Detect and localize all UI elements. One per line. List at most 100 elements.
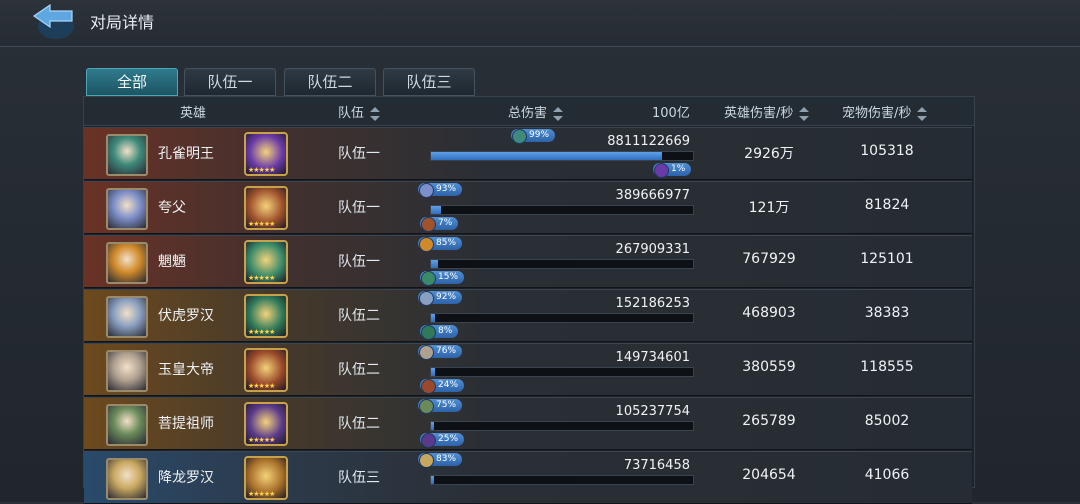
- pet-share-icon: [421, 217, 436, 232]
- hero-share-value: 83%: [436, 454, 457, 464]
- pet-share-value: 25%: [438, 434, 459, 444]
- hero-share-value: 85%: [436, 238, 457, 248]
- star-rating-icon: ★★★★★: [248, 328, 275, 336]
- pet-share-pill: 7%: [420, 217, 459, 232]
- hero-avatar: [106, 242, 148, 284]
- total-damage: 73716458: [623, 458, 690, 473]
- hero-share-value: 99%: [529, 130, 550, 140]
- hero-share-icon: [419, 399, 434, 414]
- hero-share-value: 76%: [436, 346, 457, 356]
- pet-icon: ★★★★★: [244, 348, 288, 392]
- team-label: 队伍一: [338, 254, 380, 270]
- hero-avatar: [106, 458, 148, 500]
- back-arrow-icon[interactable]: [30, 2, 78, 40]
- tab-team-one[interactable]: 队伍一: [184, 68, 276, 96]
- pet-share-icon: [421, 379, 436, 394]
- pet-share-icon: [421, 271, 436, 286]
- table-row[interactable]: 夸父 ★★★★★ 队伍一 389666977 93% 7% 121万 81824: [84, 181, 972, 234]
- hero-share-value: 92%: [436, 292, 457, 302]
- hero-share-icon: [419, 237, 434, 252]
- sort-icon[interactable]: [799, 106, 810, 121]
- pet-icon: ★★★★★: [244, 186, 288, 230]
- star-rating-icon: ★★★★★: [248, 274, 275, 282]
- table-row[interactable]: 魍魎 ★★★★★ 队伍一 267909331 85% 15% 767929 12…: [84, 235, 972, 288]
- pet-icon: ★★★★★: [244, 456, 288, 500]
- table-row[interactable]: 玉皇大帝 ★★★★★ 队伍二 149734601 76% 24% 380559 …: [84, 343, 972, 396]
- star-rating-icon: ★★★★★: [248, 220, 275, 228]
- sort-icon[interactable]: [917, 106, 928, 121]
- pet-share-value: 1%: [671, 164, 686, 174]
- hero-avatar: [106, 296, 148, 338]
- damage-bar: [430, 151, 694, 161]
- total-damage: 8811122669: [607, 134, 690, 149]
- tab-team-three[interactable]: 队伍三: [383, 68, 475, 96]
- table-row[interactable]: 菩提祖师 ★★★★★ 队伍二 105237754 75% 25% 265789 …: [84, 397, 972, 450]
- hero-share-icon: [419, 453, 434, 468]
- header-scale: 100亿: [652, 106, 690, 121]
- pet-share-icon: [654, 163, 669, 178]
- hero-dps: 121万: [748, 200, 790, 216]
- hero-name: 孔雀明王: [158, 146, 214, 162]
- pet-share-value: 15%: [438, 272, 459, 282]
- star-rating-icon: ★★★★★: [248, 436, 275, 444]
- table-row[interactable]: 伏虎罗汉 ★★★★★ 队伍二 152186253 92% 8% 468903 3…: [84, 289, 972, 342]
- pet-share-pill: 1%: [653, 163, 692, 178]
- hero-share-pill: 75%: [418, 399, 463, 414]
- damage-bar: [430, 421, 694, 431]
- hero-avatar: [106, 134, 148, 176]
- battle-stats-table: 英雄 队伍 总伤害 100亿 英雄伤害/秒 宠物伤害/秒 孔雀明王 ★★★★★ …: [83, 96, 975, 504]
- pet-share-value: 7%: [438, 218, 453, 228]
- hero-dps: 380559: [742, 359, 796, 375]
- pet-share-icon: [421, 325, 436, 340]
- hero-share-value: 93%: [436, 184, 457, 194]
- page-title: 对局详情: [90, 13, 155, 32]
- sort-icon[interactable]: [553, 106, 564, 121]
- total-damage: 389666977: [615, 188, 690, 203]
- header-hero-dps[interactable]: 英雄伤害/秒: [724, 102, 810, 121]
- pet-icon: ★★★★★: [244, 132, 288, 176]
- tab-team-two[interactable]: 队伍二: [284, 68, 376, 96]
- pet-share-pill: 25%: [420, 433, 465, 448]
- hero-avatar: [106, 188, 148, 230]
- header-team[interactable]: 队伍: [338, 102, 381, 121]
- sort-icon[interactable]: [370, 106, 381, 121]
- damage-bar: [430, 367, 694, 377]
- hero-share-icon: [512, 129, 527, 144]
- damage-bar-fill: [431, 260, 438, 268]
- damage-bar: [430, 259, 694, 269]
- table-row[interactable]: 降龙罗汉 ★★★★★ 队伍三 73716458 83% 204654 41066: [84, 451, 972, 504]
- hero-name: 伏虎罗汉: [158, 308, 214, 324]
- hero-name: 夸父: [158, 200, 186, 216]
- pet-share-pill: 15%: [420, 271, 465, 286]
- damage-bar-fill: [431, 152, 662, 160]
- header-pet-dps[interactable]: 宠物伤害/秒: [842, 102, 928, 121]
- team-label: 队伍三: [338, 470, 380, 486]
- header-hero: 英雄: [180, 106, 207, 121]
- damage-bar-fill: [431, 368, 435, 376]
- pet-share-pill: 24%: [420, 379, 465, 394]
- pet-dps: 38383: [864, 305, 910, 321]
- pet-dps: 85002: [864, 413, 910, 429]
- hero-share-icon: [419, 183, 434, 198]
- tab-all[interactable]: 全部: [86, 68, 178, 96]
- damage-bar: [430, 205, 694, 215]
- pet-share-pill: 8%: [420, 325, 459, 340]
- hero-dps: 767929: [742, 251, 796, 267]
- hero-share-icon: [419, 345, 434, 360]
- hero-dps: 2926万: [744, 146, 794, 162]
- pet-icon: ★★★★★: [244, 402, 288, 446]
- team-label: 队伍一: [338, 146, 380, 162]
- star-rating-icon: ★★★★★: [248, 166, 275, 174]
- team-label: 队伍二: [338, 362, 380, 378]
- total-damage: 267909331: [615, 242, 690, 257]
- header-total-damage[interactable]: 总伤害: [508, 102, 564, 121]
- hero-name: 菩提祖师: [158, 416, 214, 432]
- pet-icon: ★★★★★: [244, 294, 288, 338]
- damage-bar: [430, 475, 694, 485]
- hero-avatar: [106, 350, 148, 392]
- hero-name: 玉皇大帝: [158, 362, 214, 378]
- table-row[interactable]: 孔雀明王 ★★★★★ 队伍一 8811122669 99% 1% 2926万 1…: [84, 127, 972, 180]
- damage-bar-fill: [431, 476, 434, 484]
- pet-dps: 81824: [864, 197, 910, 213]
- damage-bar-fill: [431, 314, 435, 322]
